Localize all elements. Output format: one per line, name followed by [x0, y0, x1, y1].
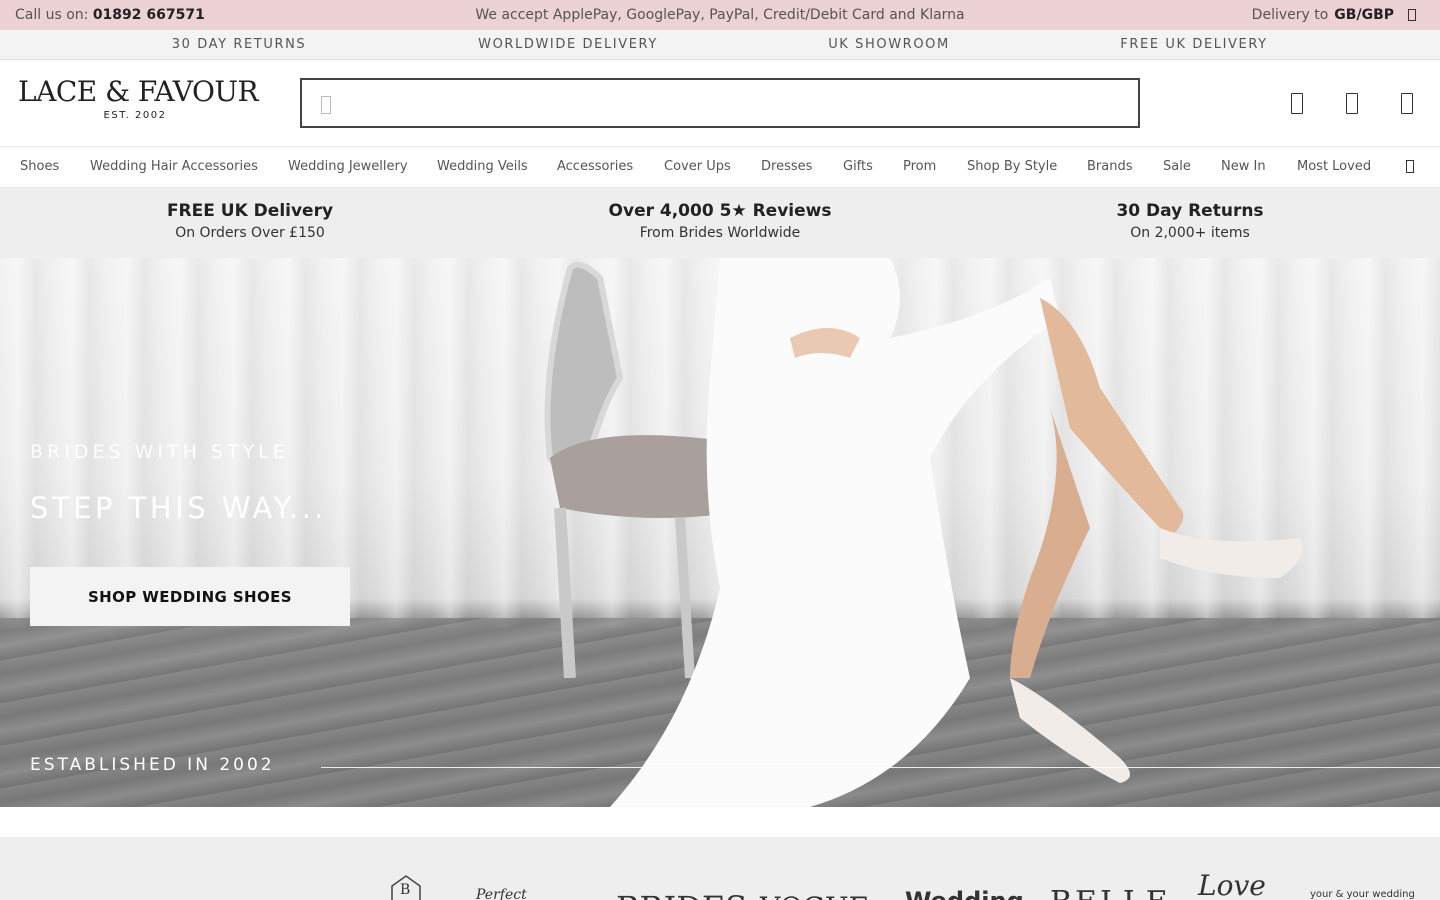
account-button[interactable]: [1291, 93, 1303, 118]
delivery-region-selector[interactable]: Delivery to GB/GBP: [1252, 7, 1416, 23]
search-icon[interactable]: [321, 96, 331, 114]
delivery-label: Delivery to: [1251, 7, 1329, 23]
benefits-strip: 30 DAY RETURNS WORLDWIDE DELIVERY UK SHO…: [0, 30, 1440, 60]
usp-title: Over 4,000 5★ Reviews: [608, 201, 832, 221]
hero-title: STEP THIS WAY...: [30, 491, 328, 525]
top-info-bar: Call us on: 01892 667571 We accept Apple…: [0, 0, 1440, 30]
benefit-free-delivery: FREE UK DELIVERY: [1120, 37, 1268, 52]
logo-wordmark: LACE & FAVOUR: [18, 75, 259, 108]
press-logo-perfect: Perfect: [476, 887, 527, 900]
shop-wedding-shoes-button[interactable]: SHOP WEDDING SHOES: [30, 567, 350, 626]
usp-title: 30 Day Returns: [1116, 201, 1264, 221]
benefit-showroom: UK SHOWROOM: [828, 37, 950, 52]
nav-item-accessories[interactable]: Accessories: [557, 159, 633, 174]
press-logo-brides: BRIDES: [616, 889, 747, 900]
chevron-down-icon: [1408, 9, 1416, 21]
nav-item-shoes[interactable]: Shoes: [20, 159, 59, 174]
hero-legs-image: [1010, 298, 1303, 783]
main-navigation: Shoes Wedding Hair Accessories Wedding J…: [0, 147, 1440, 188]
usp-reviews: Over 4,000 5★ Reviews From Brides Worldw…: [480, 201, 960, 241]
usp-returns: 30 Day Returns On 2,000+ items: [950, 201, 1430, 241]
search-input[interactable]: [346, 80, 1126, 126]
site-logo[interactable]: LACE & FAVOUR EST. 2002: [18, 75, 259, 122]
usp-free-delivery: FREE UK Delivery On Orders Over £150: [10, 201, 490, 241]
usp-title: FREE UK Delivery: [166, 201, 334, 221]
site-header: LACE & FAVOUR EST. 2002: [0, 60, 1440, 147]
hero-kicker: BRIDES WITH STYLE: [30, 441, 289, 463]
basket-icon[interactable]: [1401, 93, 1413, 114]
benefit-worldwide: WORLDWIDE DELIVERY: [478, 37, 658, 52]
nav-item-most-loved[interactable]: Most Loved: [1297, 159, 1371, 174]
search-box[interactable]: [300, 78, 1140, 128]
nav-item-wedding-hair-accessories[interactable]: Wedding Hair Accessories: [90, 159, 258, 174]
press-logo-wedding: Wedding: [905, 887, 1024, 900]
nav-item-gifts[interactable]: Gifts: [843, 159, 873, 174]
benefit-returns: 30 DAY RETURNS: [171, 37, 307, 52]
logo-established: EST. 2002: [103, 110, 167, 121]
nav-item-sale[interactable]: Sale: [1163, 159, 1191, 174]
wishlist-icon[interactable]: [1346, 93, 1358, 114]
nav-item-prom[interactable]: Prom: [903, 159, 936, 174]
nav-item-wedding-veils[interactable]: Wedding Veils: [437, 159, 528, 174]
nav-more-icon[interactable]: [1406, 160, 1414, 173]
usp-subtitle: On 2,000+ items: [1130, 225, 1250, 241]
hero-divider: [321, 767, 1440, 768]
usp-subtitle: From Brides Worldwide: [639, 225, 801, 241]
hero-established: ESTABLISHED IN 2002: [30, 755, 275, 775]
nav-item-wedding-jewellery[interactable]: Wedding Jewellery: [288, 159, 408, 174]
nav-item-brands[interactable]: Brands: [1087, 159, 1133, 174]
user-icon[interactable]: [1291, 93, 1303, 114]
hero-banner: BRIDES WITH STYLE STEP THIS WAY... SHOP …: [0, 258, 1440, 807]
basket-button[interactable]: [1401, 93, 1413, 118]
nav-item-shop-by-style[interactable]: Shop By Style: [967, 159, 1057, 174]
nav-item-cover-ups[interactable]: Cover Ups: [664, 159, 731, 174]
press-logo-belle: BELLE: [1050, 885, 1171, 900]
nav-item-new-in[interactable]: New In: [1221, 159, 1266, 174]
usp-bar: FREE UK Delivery On Orders Over £150 Ove…: [0, 188, 1440, 258]
press-logo-your-wedding: your & your wedding: [1310, 889, 1415, 900]
press-logo-love: Love: [1198, 869, 1266, 900]
wishlist-button[interactable]: [1346, 93, 1358, 118]
payment-methods-text: We accept ApplePay, GooglePay, PayPal, C…: [475, 7, 965, 23]
delivery-region: GB/GBP: [1334, 7, 1394, 23]
press-logo-b: B: [400, 882, 411, 898]
press-logos-strip: B Perfect BRIDES VOGUE Wedding BELLE Lov…: [0, 837, 1440, 900]
usp-subtitle: On Orders Over £150: [175, 225, 325, 241]
nav-item-dresses[interactable]: Dresses: [761, 159, 812, 174]
press-logo-vogue: VOGUE: [760, 891, 869, 900]
